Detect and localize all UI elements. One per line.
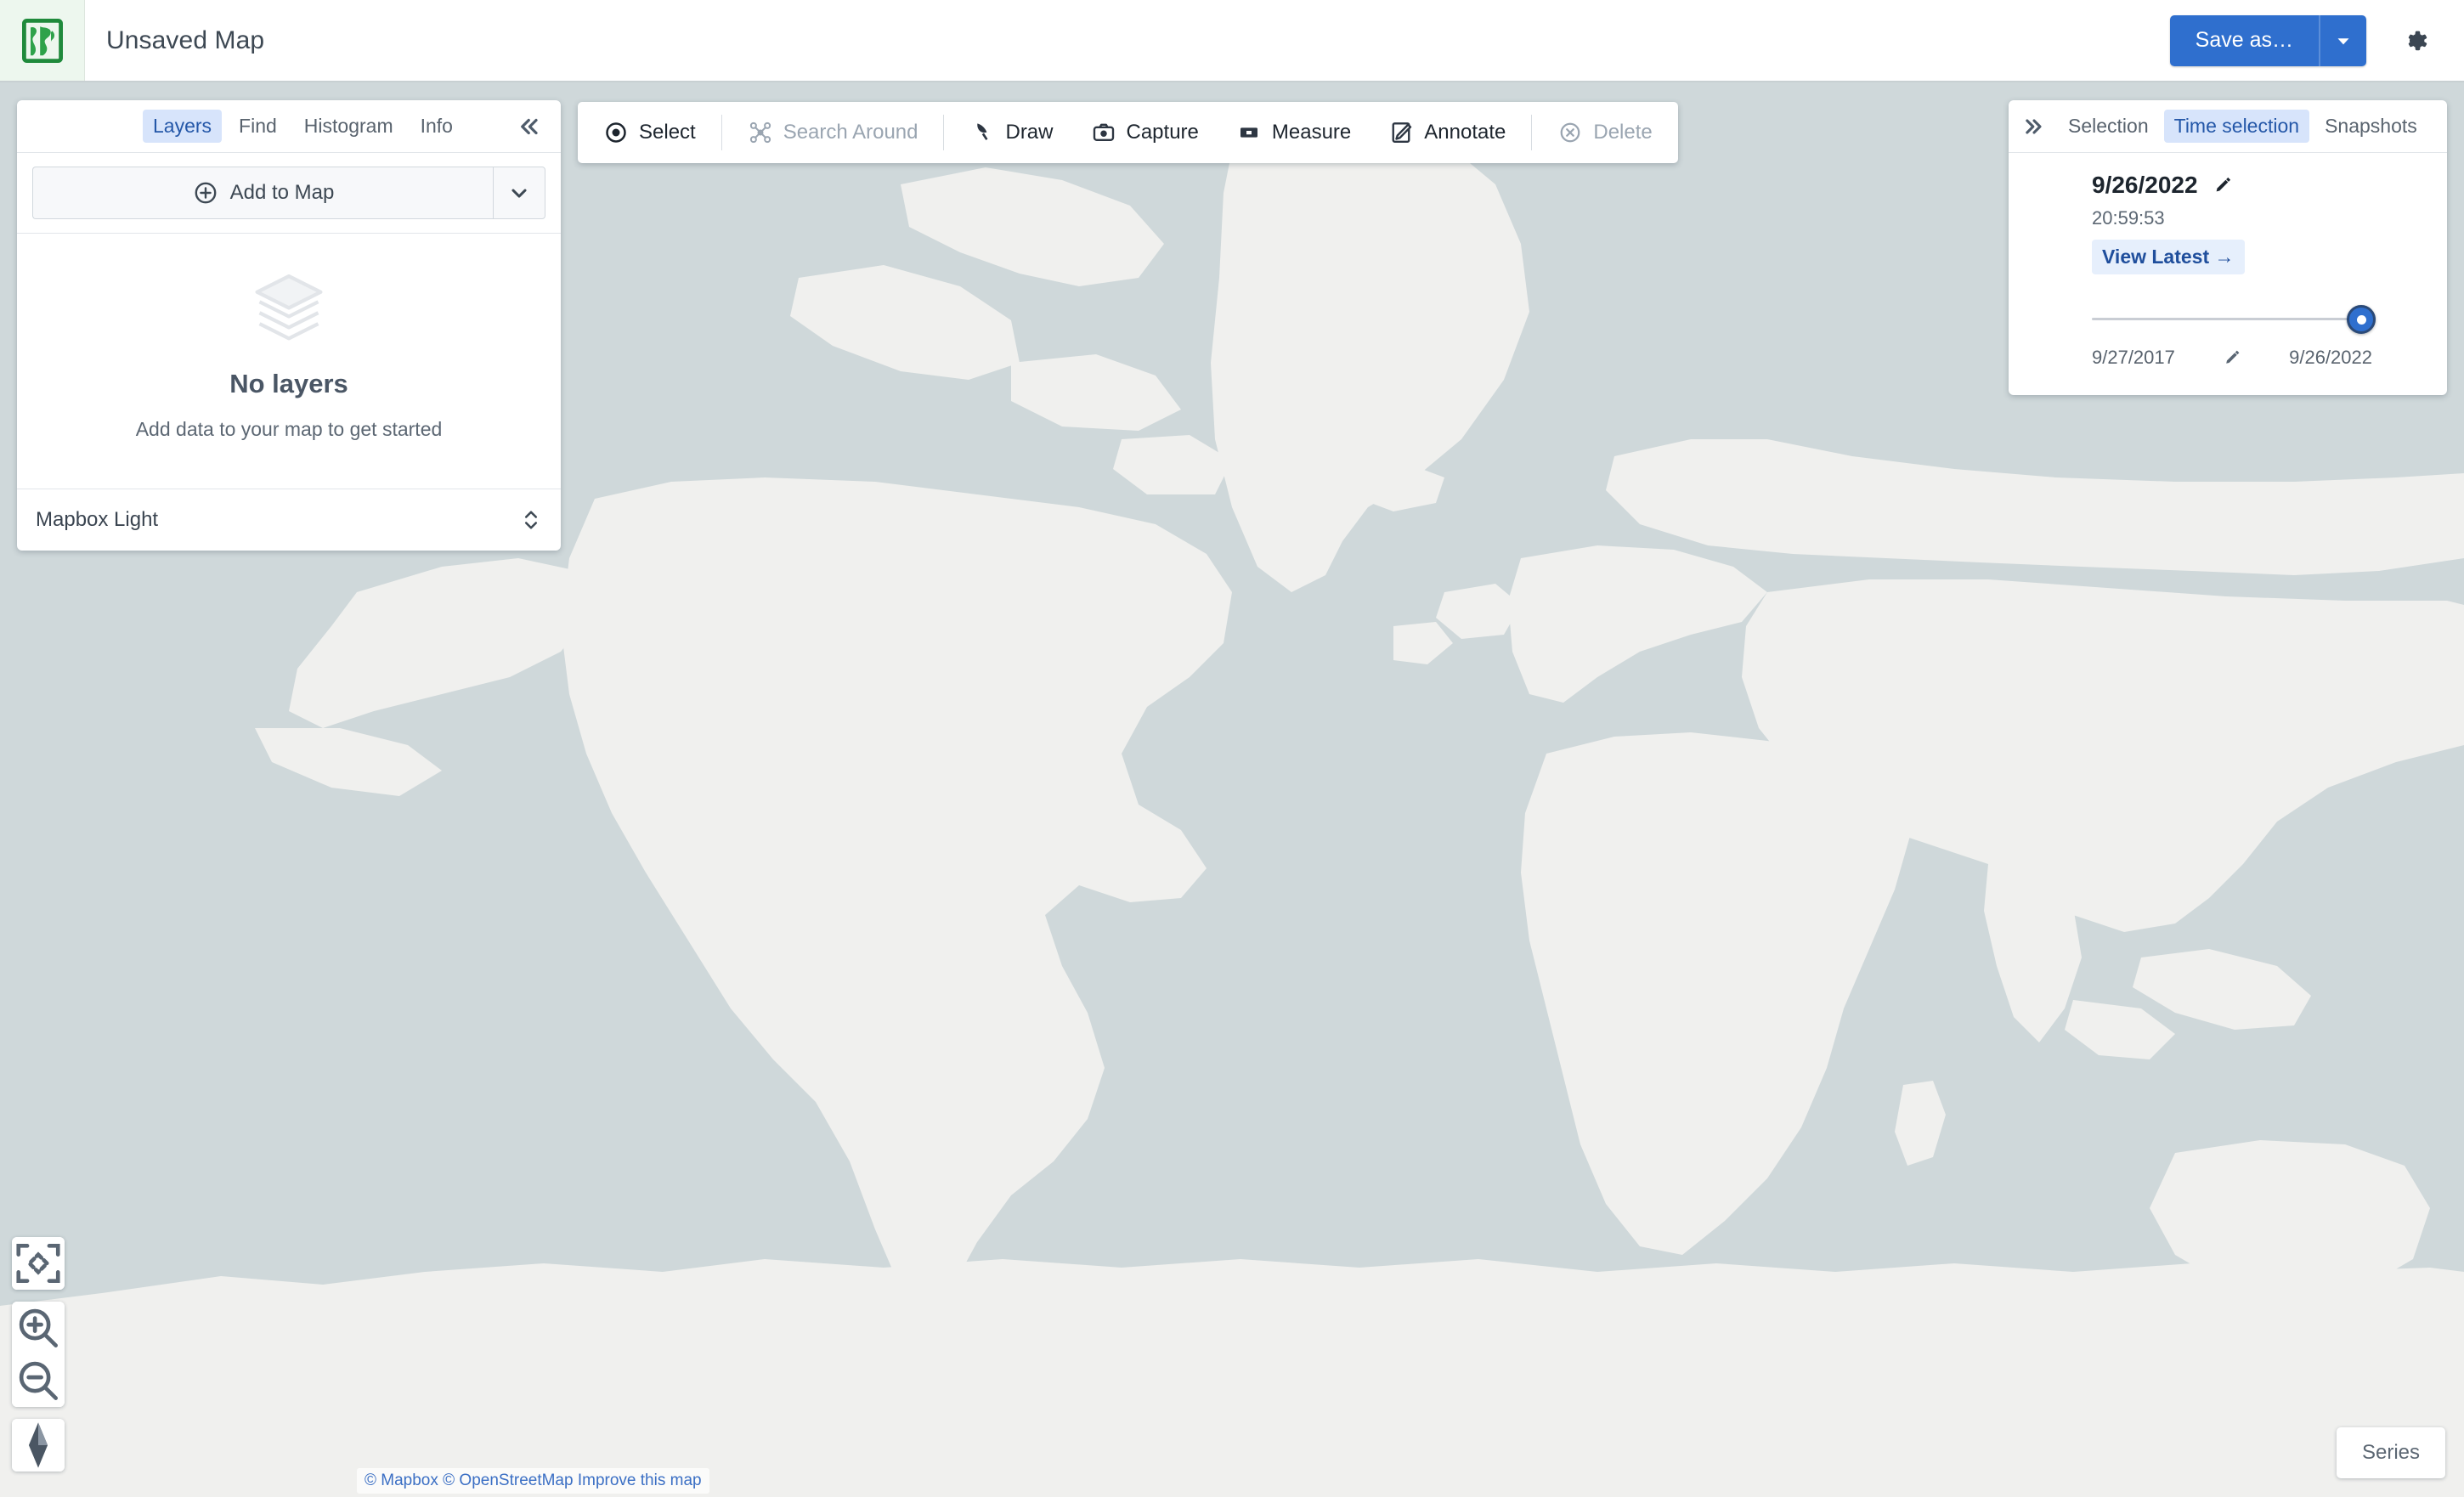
tool-delete-label: Delete <box>1593 121 1653 144</box>
time-slider-handle[interactable] <box>2347 305 2376 334</box>
tab-snapshots[interactable]: Snapshots <box>2314 110 2427 143</box>
toolbar-divider <box>943 115 945 150</box>
map-toolbar: Select Search Around Draw Capture Measur… <box>578 102 1678 163</box>
current-date-row: 9/26/2022 <box>2092 172 2447 199</box>
toolbar-divider <box>1531 115 1533 150</box>
tool-annotate-label: Annotate <box>1424 121 1506 144</box>
attribution-mapbox[interactable]: © Mapbox <box>365 1472 438 1489</box>
range-start-value: 9/27/2017 <box>2092 347 2175 368</box>
fit-bounds-group <box>12 1237 65 1290</box>
time-selection-panel: Selection Time selection Snapshots 9/26/… <box>2009 100 2447 395</box>
time-slider[interactable] <box>2092 305 2376 334</box>
tab-histogram[interactable]: Histogram <box>294 110 404 143</box>
add-to-map-button[interactable]: Add to Map <box>32 167 493 219</box>
empty-state-title: No layers <box>229 369 348 398</box>
add-to-map-label: Add to Map <box>229 181 335 204</box>
tool-delete[interactable]: Delete <box>1539 111 1670 154</box>
rectangle-icon <box>1240 127 1257 138</box>
expand-frame-icon <box>16 1244 60 1283</box>
time-selection-body: 9/26/2022 20:59:53 View Latest → 9/27/20… <box>2009 153 2447 395</box>
magnifier-minus-icon <box>19 1361 58 1400</box>
layers-stack-icon <box>255 274 323 341</box>
tab-selection[interactable]: Selection <box>2058 110 2159 143</box>
tab-info[interactable]: Info <box>410 110 463 143</box>
compass-needle-icon <box>28 1422 48 1468</box>
save-as-button[interactable]: Save as… <box>2169 14 2319 66</box>
fit-bounds-button[interactable] <box>12 1237 65 1290</box>
map-attribution: © Mapbox © OpenStreetMap Improve this ma… <box>357 1468 709 1494</box>
pencil-icon <box>2216 177 2230 192</box>
toolbar-divider <box>721 115 722 150</box>
basemap-selector[interactable]: Mapbox Light <box>17 489 561 551</box>
network-nodes-icon <box>749 121 771 144</box>
layers-empty-state: No layers Add data to your map to get st… <box>17 234 561 489</box>
world-map-icon <box>21 18 63 63</box>
chevron-updown-icon <box>520 507 542 533</box>
basemap-value: Mapbox Light <box>36 508 159 531</box>
tool-measure[interactable]: Measure <box>1218 111 1370 154</box>
time-range-row: 9/27/2017 9/26/2022 <box>2092 346 2372 370</box>
tool-capture-label: Capture <box>1126 121 1199 144</box>
chevron-down-icon <box>511 189 527 198</box>
chevron-down-icon <box>2337 37 2349 44</box>
app-logo[interactable] <box>0 0 85 81</box>
edit-range-button[interactable] <box>2220 346 2244 370</box>
add-to-map-group: Add to Map <box>32 167 545 219</box>
tool-capture[interactable]: Capture <box>1072 111 1218 154</box>
header-actions: Save as… <box>2169 14 2464 66</box>
tool-search-around-label: Search Around <box>783 121 918 144</box>
map-controls <box>12 1237 65 1472</box>
page-title: Unsaved Map <box>106 25 265 54</box>
empty-state-subtitle: Add data to your map to get started <box>135 418 443 440</box>
save-as-dropdown-button[interactable] <box>2319 14 2366 66</box>
delete-circle-x-icon <box>1560 122 1580 143</box>
tool-draw-label: Draw <box>1005 121 1054 144</box>
tab-time-selection[interactable]: Time selection <box>2163 110 2310 143</box>
range-end-value: 9/26/2022 <box>2289 347 2372 368</box>
pen-nib-icon <box>977 123 988 140</box>
save-as-split-button: Save as… <box>2169 14 2366 66</box>
tool-select[interactable]: Select <box>585 111 715 154</box>
layers-panel: Layers Find Histogram Info Add to Map No… <box>17 100 561 551</box>
settings-button[interactable] <box>2395 21 2434 60</box>
right-panel-tabs: Selection Time selection Snapshots <box>2009 100 2447 153</box>
magnifier-plus-icon <box>19 1308 58 1347</box>
tab-layers[interactable]: Layers <box>143 110 223 143</box>
zoom-in-button[interactable] <box>12 1302 65 1354</box>
tool-draw[interactable]: Draw <box>951 111 1071 154</box>
attribution-osm[interactable]: © OpenStreetMap <box>443 1472 573 1489</box>
double-chevron-left-icon <box>521 118 538 134</box>
layers-panel-tabs: Layers Find Histogram Info <box>17 100 561 153</box>
zoom-out-button[interactable] <box>12 1354 65 1407</box>
expand-right-panel-button[interactable] <box>2020 111 2053 142</box>
tool-measure-label: Measure <box>1271 121 1352 144</box>
add-to-map-row: Add to Map <box>17 153 561 234</box>
time-slider-track <box>2092 318 2372 320</box>
tool-search-around[interactable]: Search Around <box>729 111 937 154</box>
gear-icon <box>2408 31 2427 50</box>
app-header: Unsaved Map Save as… <box>0 0 2464 82</box>
tab-find[interactable]: Find <box>229 110 287 143</box>
edit-date-button[interactable] <box>2210 172 2235 198</box>
compass-group <box>12 1419 65 1472</box>
tool-select-label: Select <box>639 121 696 144</box>
current-date-value: 9/26/2022 <box>2092 172 2198 198</box>
target-circle-icon <box>606 122 626 143</box>
series-button[interactable]: Series <box>2336 1427 2445 1478</box>
camera-icon <box>1093 123 1114 141</box>
add-to-map-dropdown-button[interactable] <box>493 167 545 219</box>
current-time-value: 20:59:53 <box>2092 207 2165 229</box>
view-latest-button[interactable]: View Latest → <box>2092 240 2245 274</box>
annotate-pencil-icon <box>1392 122 1412 143</box>
tool-annotate[interactable]: Annotate <box>1370 111 1524 154</box>
plus-circle-icon <box>195 182 217 204</box>
collapse-left-panel-button[interactable] <box>510 110 545 143</box>
attribution-improve-map[interactable]: Improve this map <box>578 1472 702 1489</box>
compass-button[interactable] <box>12 1419 65 1472</box>
pencil-icon <box>2226 350 2240 364</box>
double-chevron-right-icon <box>2026 118 2042 134</box>
zoom-group <box>12 1302 65 1407</box>
